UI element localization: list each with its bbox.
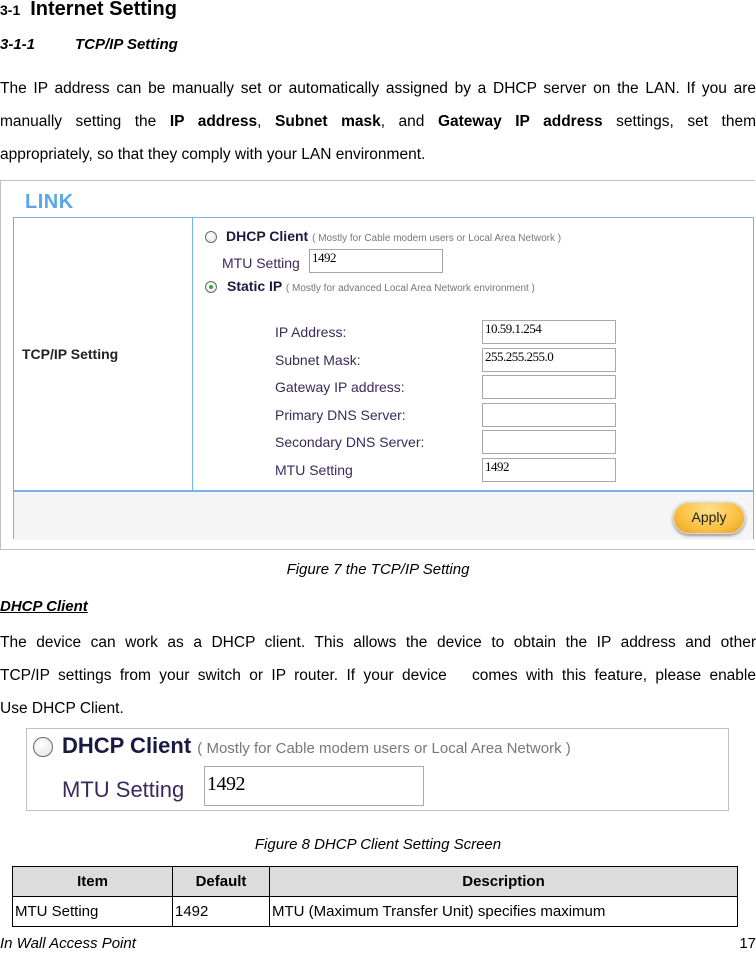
- figure8-caption: Figure 8 DHCP Client Setting Screen: [254, 836, 502, 853]
- cell-default: 1492: [172, 896, 270, 927]
- dhcp-client-option: DHCP Client ( Mostly for Cable modem use…: [226, 228, 561, 244]
- section-heading: 3-1 Internet Setting: [0, 0, 177, 21]
- table-header-row: Item Default Description: [12, 866, 738, 897]
- term-ip-address: IP address: [169, 113, 258, 130]
- dhcp-line-1: The device can work as a DHCP client. Th…: [0, 634, 756, 651]
- dhcp-paragraph: The device can work as a DHCP client. Th…: [0, 626, 756, 725]
- secondary-dns-label: Secondary DNS Server:: [275, 434, 425, 450]
- static-mtu-input[interactable]: 1492: [482, 458, 616, 482]
- term-gateway: Gateway IP address: [437, 113, 603, 130]
- header-item: Item: [12, 866, 173, 897]
- settings-table: Item Default Description MTU Setting 149…: [12, 866, 738, 927]
- static-ip-radio[interactable]: [205, 281, 217, 293]
- tcpip-setting-label: TCP/IP Setting: [22, 346, 119, 362]
- intro-line-3: appropriately, so that they comply with …: [0, 146, 426, 163]
- gateway-ip-input[interactable]: [482, 375, 616, 399]
- text: settings, set them: [602, 113, 756, 130]
- ip-address-label: IP Address:: [275, 324, 347, 340]
- intro-line-2: manually setting the IP address, Subnet …: [0, 105, 756, 138]
- primary-dns-input[interactable]: [482, 403, 616, 427]
- dhcp-mtu-label: MTU Setting: [222, 255, 300, 271]
- figure7-caption: Figure 7 the TCP/IP Setting: [286, 561, 470, 578]
- text: manually setting the: [0, 113, 170, 130]
- ip-address-input[interactable]: 10.59.1.254: [482, 320, 616, 344]
- dhcp-client-radio[interactable]: [33, 737, 53, 757]
- term-subnet-mask: Subnet mask: [275, 113, 381, 130]
- dhcp-client-note: ( Mostly for Cable modem users or Local …: [312, 233, 562, 244]
- static-ip-option: Static IP ( Mostly for advanced Local Ar…: [227, 278, 535, 294]
- subnet-mask-label: Subnet Mask:: [275, 352, 361, 368]
- figure-dhcp-client-screen: DHCP Client ( Mostly for Cable modem use…: [26, 728, 729, 811]
- header-default: Default: [172, 866, 270, 897]
- label-cell: TCP/IP Setting: [14, 218, 193, 490]
- dhcp-line-3: Use DHCP Client.: [0, 700, 124, 717]
- intro-paragraph: The IP address can be manually set or au…: [0, 72, 756, 171]
- footer-product: In Wall Access Point: [0, 935, 136, 952]
- primary-dns-label: Primary DNS Server:: [275, 407, 406, 423]
- mtu-setting-label: MTU Setting: [62, 777, 185, 802]
- table-row: MTU Setting 1492 MTU (Maximum Transfer U…: [12, 896, 738, 927]
- dhcp-client-label: DHCP Client: [62, 733, 192, 758]
- dhcp-client-radio[interactable]: [205, 231, 217, 243]
- static-ip-note: ( Mostly for advanced Local Area Network…: [285, 283, 535, 294]
- apply-button[interactable]: Apply: [673, 502, 745, 534]
- cell-description: MTU (Maximum Transfer Unit) specifies ma…: [269, 896, 738, 927]
- subsection-heading: 3-1-1 TCP/IP Setting: [0, 36, 178, 53]
- panel-title: LINK: [25, 191, 74, 213]
- figure-tcpip-setting: LINK TCP/IP Setting DHCP Client ( Mostly…: [0, 180, 755, 550]
- section-number: 3-1: [0, 2, 21, 18]
- subnet-mask-input[interactable]: 255.255.255.0: [482, 348, 616, 372]
- dhcp-client-label: DHCP Client: [226, 228, 309, 244]
- gateway-ip-label: Gateway IP address:: [275, 379, 405, 395]
- page-number: 17: [739, 935, 756, 952]
- secondary-dns-input[interactable]: [482, 430, 616, 454]
- tcpip-config-table: TCP/IP Setting DHCP Client ( Mostly for …: [13, 217, 754, 540]
- text: ,: [257, 113, 276, 130]
- dhcp-client-note: ( Mostly for Cable modem users or Local …: [197, 740, 571, 757]
- static-ip-label: Static IP: [227, 278, 282, 294]
- dhcp-line-2: TCP/IP settings from your switch or IP r…: [0, 667, 756, 684]
- cell-item: MTU Setting: [12, 896, 173, 927]
- intro-line-1: The IP address can be manually set or au…: [0, 80, 756, 97]
- section-title: Internet Setting: [30, 0, 177, 20]
- subsection-title: TCP/IP Setting: [75, 36, 178, 53]
- mtu-setting-input[interactable]: 1492: [204, 766, 424, 806]
- subsection-number: 3-1-1: [0, 36, 36, 53]
- dhcp-mtu-input[interactable]: 1492: [309, 249, 443, 273]
- button-bar: Apply: [14, 490, 753, 540]
- dhcp-client-heading: DHCP Client: [0, 598, 88, 615]
- dhcp-client-option: DHCP Client ( Mostly for Cable modem use…: [62, 733, 571, 759]
- static-mtu-label: MTU Setting: [275, 462, 353, 478]
- text: , and: [380, 113, 438, 130]
- header-description: Description: [269, 866, 738, 897]
